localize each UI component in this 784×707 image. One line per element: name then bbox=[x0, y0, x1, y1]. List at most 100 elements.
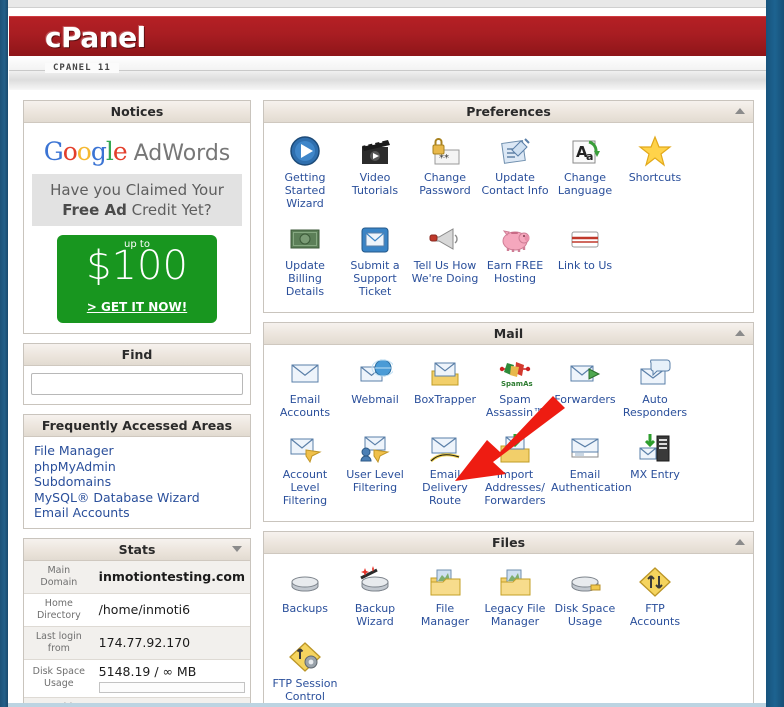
feature-item-label: Email Accounts bbox=[279, 393, 331, 419]
feature-item-getting-started-wizard[interactable]: Getting Started Wizard bbox=[270, 130, 340, 218]
chevron-down-icon[interactable] bbox=[232, 545, 242, 552]
notices-title: Notices bbox=[110, 104, 164, 119]
ftp-gear-icon bbox=[271, 639, 339, 675]
frequent-link-0[interactable]: File Manager bbox=[34, 443, 250, 459]
envelope-arrow-icon bbox=[551, 355, 619, 391]
google-logo-g2: g bbox=[90, 137, 107, 166]
notices-header: Notices bbox=[24, 101, 250, 123]
stats-row-label: Last login from bbox=[24, 626, 94, 659]
feature-item-file-manager[interactable]: File Manager bbox=[410, 561, 480, 636]
feature-item-account-level-filtering[interactable]: Account Level Filtering bbox=[270, 427, 340, 515]
stats-row-value-cell: /home/inmoti6 bbox=[93, 593, 250, 626]
feature-item-boxtrapper[interactable]: BoxTrapper bbox=[410, 352, 480, 427]
ad-claim-bold: Free Ad bbox=[62, 201, 127, 219]
feature-item-update-contact-info[interactable]: Update Contact Info bbox=[480, 130, 550, 218]
google-adwords-logo: Google AdWords bbox=[32, 137, 242, 166]
frequent-link-4[interactable]: Email Accounts bbox=[34, 505, 250, 521]
feature-item-label: Getting Started Wizard bbox=[284, 171, 326, 210]
frequent-link-2[interactable]: Subdomains bbox=[34, 474, 250, 490]
feature-item-earn-free-hosting[interactable]: Earn FREE Hosting bbox=[480, 218, 550, 306]
stats-row-value: inmotiontesting.com bbox=[98, 569, 245, 584]
ad-offer-box[interactable]: up to $100 > GET IT NOW! bbox=[57, 235, 217, 323]
disk-icon bbox=[271, 564, 339, 600]
feature-item-shortcuts[interactable]: Shortcuts bbox=[620, 130, 690, 218]
frequently-accessed-title: Frequently Accessed Areas bbox=[41, 418, 233, 433]
group-title: Mail bbox=[493, 326, 524, 341]
envelope-user-funnel-icon bbox=[341, 430, 409, 466]
feature-item-auto-responders[interactable]: Auto Responders bbox=[620, 352, 690, 427]
stats-header[interactable]: Stats bbox=[24, 538, 250, 561]
feature-item-label: Backup Wizard bbox=[354, 602, 396, 628]
feature-item-label: Change Language bbox=[557, 171, 613, 197]
feature-item-update-billing-details[interactable]: Update Billing Details bbox=[270, 218, 340, 306]
piggy-bank-icon bbox=[481, 221, 549, 257]
group-header-files[interactable]: Files bbox=[264, 532, 753, 554]
stats-row-label: Disk Space Usage bbox=[24, 659, 94, 697]
feature-item-label: BoxTrapper bbox=[413, 393, 477, 406]
feature-item-backups[interactable]: Backups bbox=[270, 561, 340, 636]
feature-item-backup-wizard[interactable]: Backup Wizard bbox=[340, 561, 410, 636]
google-logo-o1: o bbox=[62, 137, 78, 166]
feature-item-label: Update Billing Details bbox=[285, 259, 325, 298]
adwords-ad[interactable]: Google AdWords Have you Claimed Your Fre… bbox=[24, 123, 250, 333]
link-banner-icon bbox=[551, 221, 619, 257]
feature-item-ftp-session-control[interactable]: FTP Session Control bbox=[270, 636, 340, 703]
feature-item-label: Forwarders bbox=[554, 393, 616, 406]
feature-item-mx-entry[interactable]: MX Entry bbox=[620, 427, 690, 515]
cpanel-header-bar: cPanel bbox=[9, 16, 766, 56]
feature-item-webmail[interactable]: Webmail bbox=[340, 352, 410, 427]
cpanel-page: cPanel CPANEL 11 Notices Google AdWords bbox=[0, 0, 784, 707]
feature-item-label: Import Addresses/ Forwarders bbox=[484, 468, 546, 507]
chevron-up-icon[interactable] bbox=[735, 539, 745, 545]
feature-item-label: Backups bbox=[281, 602, 329, 615]
stats-usage-meter bbox=[98, 681, 245, 693]
feature-item-label: Update Contact Info bbox=[481, 171, 549, 197]
support-envelope-icon bbox=[341, 221, 409, 257]
envelope-auth-icon bbox=[551, 430, 619, 466]
stats-row-value-cell: 449.64 / ∞ MB bbox=[93, 697, 250, 703]
feature-item-change-language[interactable]: Aa Change Language bbox=[550, 130, 620, 218]
ad-claim-line1: Have you Claimed Your bbox=[50, 181, 224, 199]
chevron-up-icon[interactable] bbox=[735, 330, 745, 336]
feature-item-disk-space-usage[interactable]: Disk Space Usage bbox=[550, 561, 620, 636]
feature-item-email-accounts[interactable]: Email Accounts bbox=[270, 352, 340, 427]
disk-usage-icon bbox=[551, 564, 619, 600]
feature-item-label: Auto Responders bbox=[622, 393, 688, 419]
frequent-link-1[interactable]: phpMyAdmin bbox=[34, 459, 250, 475]
find-header: Find bbox=[24, 344, 250, 366]
feature-item-label: Email Authentication bbox=[551, 468, 632, 494]
group-panel-mail: Mail Email Accounts Webmail BoxTrapper SpamA… bbox=[263, 322, 754, 522]
group-header-preferences[interactable]: Preferences bbox=[264, 101, 753, 123]
feature-item-label: File Manager bbox=[420, 602, 470, 628]
feature-item-email-delivery-route[interactable]: Email Delivery Route bbox=[410, 427, 480, 515]
feature-item-tell-us-how-we-re-doing[interactable]: Tell Us How We're Doing bbox=[410, 218, 480, 306]
ad-cta-link[interactable]: > GET IT NOW! bbox=[57, 300, 217, 314]
search-input[interactable] bbox=[31, 373, 243, 395]
feature-item-legacy-file-manager[interactable]: Legacy File Manager bbox=[480, 561, 550, 636]
find-body bbox=[24, 366, 250, 404]
tabstrip-rule bbox=[9, 70, 766, 71]
feature-item-change-password[interactable]: ** Change Password bbox=[410, 130, 480, 218]
feature-item-link-to-us[interactable]: Link to Us bbox=[550, 218, 620, 306]
stats-row-value: /home/inmoti6 bbox=[98, 602, 191, 617]
feature-item-forwarders[interactable]: Forwarders bbox=[550, 352, 620, 427]
group-icon-grid: Email Accounts WebmailBoxTrapperSpamAssas… bbox=[264, 345, 753, 521]
play-circle-icon bbox=[271, 133, 339, 169]
chevron-up-icon[interactable] bbox=[735, 108, 745, 114]
feature-item-ftp-accounts[interactable]: FTP Accounts bbox=[620, 561, 690, 636]
svg-text:**: ** bbox=[439, 153, 449, 164]
feature-item-import-addresses-forwarders[interactable]: Import Addresses/ Forwarders bbox=[480, 427, 550, 515]
feature-item-email-authentication[interactable]: Email Authentication bbox=[550, 427, 632, 515]
frequent-link-3[interactable]: MySQL® Database Wizard bbox=[34, 490, 250, 506]
feature-item-user-level-filtering[interactable]: User Level Filtering bbox=[340, 427, 410, 515]
find-title: Find bbox=[121, 347, 153, 362]
group-header-mail[interactable]: Mail bbox=[264, 323, 753, 345]
feature-item-video-tutorials[interactable]: Video Tutorials bbox=[340, 130, 410, 218]
tab-cpanel-11[interactable]: CPANEL 11 bbox=[45, 63, 119, 73]
feature-item-submit-a-support-ticket[interactable]: Submit a Support Ticket bbox=[340, 218, 410, 306]
feature-item-spam-assassin[interactable]: SpamAssassin Spam Assassin™ bbox=[480, 352, 550, 427]
google-logo-o2: o bbox=[76, 137, 92, 166]
group-panel-preferences: Preferences Getting Started Wizard Video T… bbox=[263, 100, 754, 313]
folder-image-icon bbox=[411, 564, 479, 600]
google-logo-g1: G bbox=[43, 137, 64, 166]
